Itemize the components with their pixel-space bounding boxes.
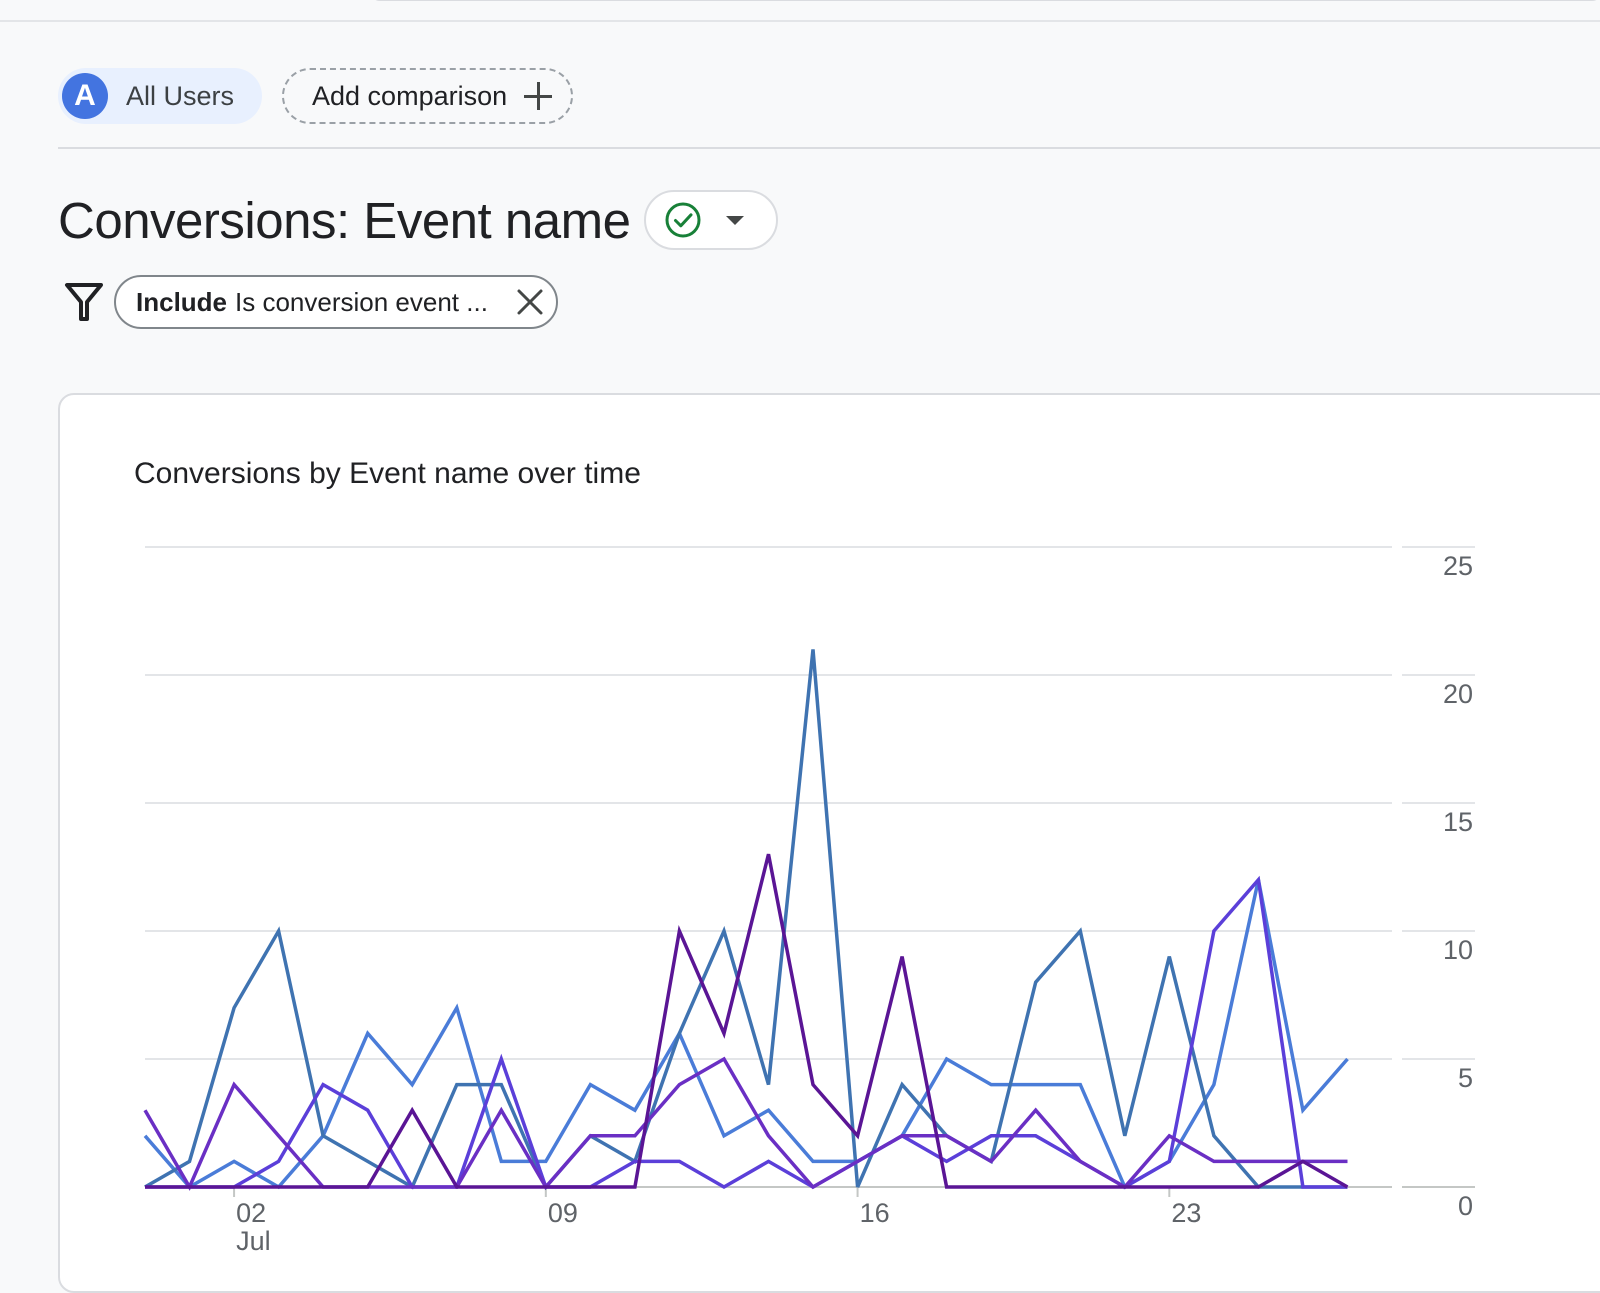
filter-row: Include Is conversion event ...: [64, 275, 558, 329]
all-users-chip[interactable]: A All Users: [58, 68, 263, 124]
x-tick-sublabel: Jul: [236, 1226, 271, 1256]
filter-chip[interactable]: Include Is conversion event ...: [114, 275, 558, 329]
x-tick-label: 02: [236, 1198, 266, 1228]
filter-include-label: Include: [136, 286, 228, 317]
filter-condition-text: Is conversion event ...: [235, 286, 488, 317]
segment-avatar: A: [62, 73, 108, 119]
x-tick-label: 16: [860, 1198, 890, 1228]
add-comparison-button[interactable]: Add comparison: [282, 68, 574, 124]
chevron-down-icon: [726, 215, 745, 225]
page-title: Conversions: Event name: [58, 191, 631, 249]
x-tick-label: 23: [1171, 1198, 1201, 1228]
report-status-dropdown[interactable]: [644, 190, 779, 250]
search-bar[interactable]: [370, 0, 1600, 1]
comparison-chips: A All Users Add comparison: [58, 68, 574, 124]
chart-card: Conversions by Event name over time 0 5 10…: [58, 393, 1600, 1293]
y-tick-label: 15: [1443, 807, 1473, 837]
series-line-2[interactable]: [144, 649, 1348, 1191]
y-tick-label: 25: [1443, 551, 1473, 581]
line-chart: 0 5 10 15 20 25 02Jul 09 16 23: [143, 546, 1475, 1256]
y-tick-label: 20: [1443, 679, 1473, 709]
top-bar: [0, 0, 1600, 22]
x-tick-label: 09: [548, 1198, 578, 1228]
segment-label: All Users: [126, 80, 235, 111]
filter-icon[interactable]: [64, 281, 104, 323]
plus-icon: [523, 81, 553, 111]
y-tick-label: 5: [1458, 1063, 1473, 1093]
add-comparison-label: Add comparison: [312, 80, 508, 111]
y-tick-label: 0: [1458, 1191, 1473, 1221]
close-icon[interactable]: [516, 288, 544, 316]
section-divider: [58, 147, 1600, 149]
check-circle-icon: [665, 202, 701, 238]
title-row: Conversions: Event name: [58, 190, 779, 250]
y-tick-label: 10: [1443, 935, 1473, 965]
